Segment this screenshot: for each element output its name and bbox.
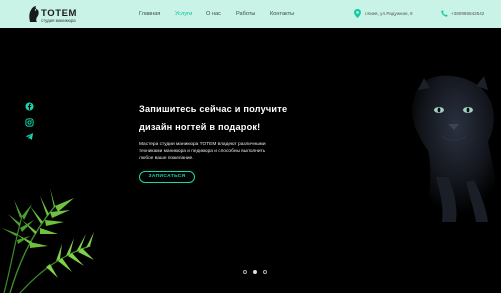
hero-heading: Запишитесь сейчас и получите дизайн ногт… [139, 100, 339, 136]
telegram-icon[interactable] [25, 132, 34, 141]
book-now-button[interactable]: ЗАПИСАТЬСЯ [139, 171, 195, 183]
black-panther-image [411, 75, 501, 222]
instagram-icon[interactable] [25, 118, 34, 127]
slider-dot[interactable] [243, 270, 247, 274]
nav-link-about[interactable]: О нас [206, 11, 221, 17]
slider-dot[interactable] [263, 270, 267, 274]
hero-heading-line2: дизайн ногтей в подарок! [139, 122, 261, 132]
facebook-icon[interactable] [25, 102, 34, 111]
slider-dots [243, 270, 269, 275]
site-header: TOTEM студия маникюра Главная Услуги О н… [0, 0, 501, 28]
hero-description: Мастера студии маникюра TOTEM владеют ра… [139, 142, 266, 161]
palm-leaves-image [2, 188, 94, 293]
hero-section: Запишитесь сейчас и получите дизайн ногт… [0, 28, 501, 293]
hero-heading-line1: Запишитесь сейчас и получите [139, 104, 288, 114]
nav-link-home[interactable]: Главная [139, 11, 160, 17]
address-text: г.Киев, ул.Радужная, 9 [365, 11, 413, 16]
nav-link-services[interactable]: Услуги [175, 11, 192, 17]
main-nav: Главная Услуги О нас Работы Контакты [0, 11, 501, 19]
location-pin-icon [354, 9, 361, 18]
nav-link-works[interactable]: Работы [236, 11, 255, 17]
nav-link-contacts[interactable]: Контакты [270, 11, 294, 17]
phone-icon [441, 10, 448, 17]
slider-dot-active[interactable] [253, 270, 257, 274]
phone-number: +380986842542 [451, 11, 485, 16]
